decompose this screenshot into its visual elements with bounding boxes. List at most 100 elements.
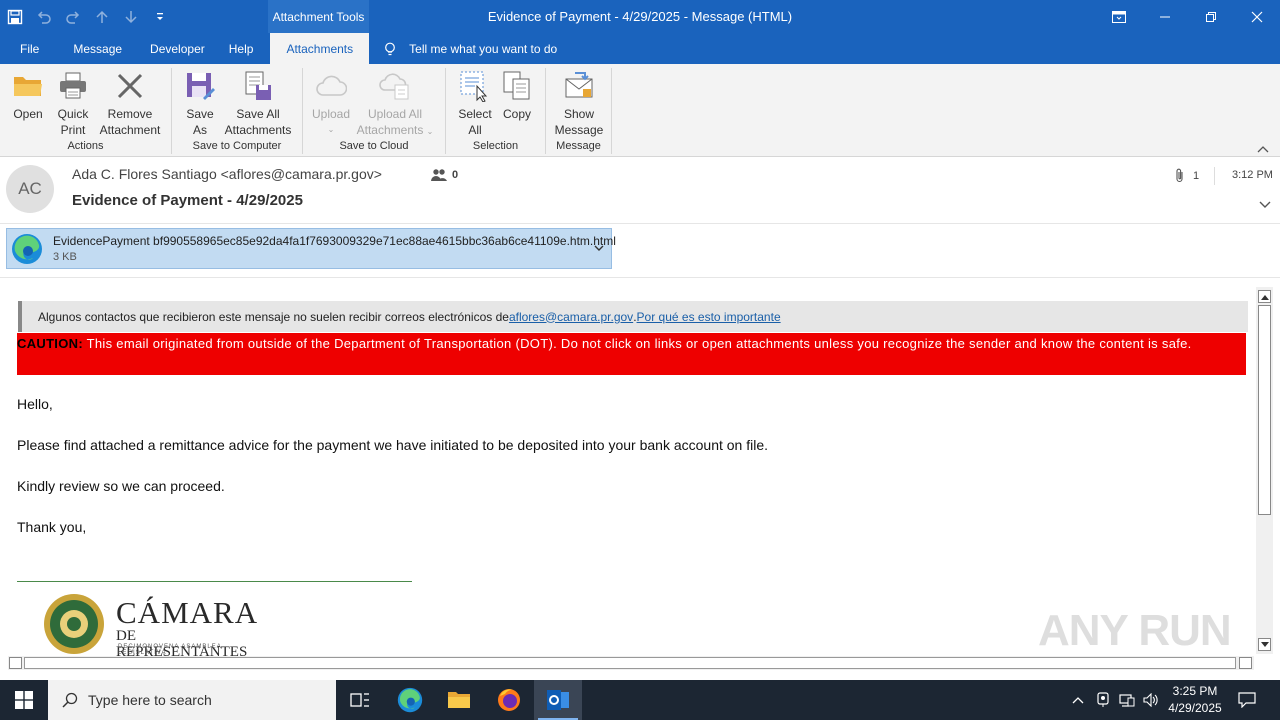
windows-start-icon[interactable] [0, 680, 48, 720]
copy-button[interactable]: Copy [500, 70, 534, 122]
copy-icon [501, 70, 533, 102]
save-all-attachments-button[interactable]: Save All Attachments [222, 70, 294, 138]
horizontal-scrollbar[interactable] [8, 656, 1254, 670]
minimize-icon[interactable] [1142, 0, 1188, 33]
meet-now-icon[interactable] [1092, 680, 1114, 720]
window-title: Evidence of Payment - 4/29/2025 - Messag… [487, 9, 793, 24]
taskbar: Type here to search 3:25 PM 4/29/2025 [0, 680, 1280, 720]
undo-icon[interactable] [29, 0, 58, 33]
attachment-dropdown-icon[interactable] [593, 243, 605, 253]
camara-logo: CÁMARA DE REPRESENTANTES DECIMONOVENA AS… [38, 592, 268, 656]
scroll-right-icon[interactable] [1239, 657, 1252, 669]
attachment-count: 1 [1175, 168, 1199, 183]
search-icon [62, 692, 78, 708]
greeting: Hello, [17, 396, 53, 412]
taskbar-search-box[interactable]: Type here to search [48, 680, 336, 720]
restore-icon[interactable] [1188, 0, 1234, 33]
save-as-icon [184, 70, 216, 102]
scroll-up-icon[interactable] [1258, 290, 1271, 303]
firefox-icon[interactable] [485, 680, 533, 720]
printer-icon [57, 70, 89, 102]
attachment-bar: EvidencePayment bf990558965ec85e92da4fa1… [0, 224, 1280, 278]
group-message: Show Message Message [546, 68, 612, 154]
remove-attachment-button[interactable]: Remove Attachment [96, 70, 164, 138]
select-all-icon [459, 70, 491, 102]
vertical-scroll-thumb[interactable] [1258, 305, 1271, 515]
arrow-up-icon[interactable] [87, 0, 116, 33]
recipients-count[interactable]: 0 [431, 168, 458, 182]
signature-divider [17, 581, 412, 582]
chevron-down-icon[interactable] [1258, 200, 1272, 210]
attachment-item[interactable]: EvidencePayment bf990558965ec85e92da4fa1… [6, 228, 616, 269]
quick-print-button[interactable]: Quick Print [52, 70, 94, 138]
why-important-link[interactable]: Por qué es esto importante [637, 310, 781, 324]
group-save-to-computer: Save As Save All Attachments Save to Com… [172, 68, 303, 154]
logo-tagline: DECIMONOVENA ASAMBLEA LEGISLATIVA [118, 644, 222, 656]
caution-text: This email originated from outside of th… [82, 336, 1192, 351]
received-time: 3:12 PM [1232, 169, 1273, 181]
tell-me-box[interactable]: Tell me what you want to do [373, 33, 567, 64]
save-as-button[interactable]: Save As [182, 70, 218, 138]
message-body: Algunos contactos que recibieron este me… [0, 279, 1256, 656]
group-label-save-to-cloud: Save to Cloud [339, 140, 409, 152]
tell-me-text: Tell me what you want to do [409, 41, 558, 56]
attachment-tools-context-tab: Attachment Tools [268, 0, 369, 33]
vertical-scrollbar[interactable] [1256, 287, 1273, 654]
taskbar-clock[interactable]: 3:25 PM 4/29/2025 [1162, 683, 1228, 717]
ribbon: Open Quick Print Remove Attachment Actio… [0, 64, 1280, 157]
ribbon-display-options-icon[interactable] [1096, 0, 1142, 33]
cloud-upload-all-icon [379, 70, 411, 102]
tab-help[interactable]: Help [217, 33, 271, 64]
avatar[interactable]: AC [6, 165, 54, 213]
logo-title: CÁMARA [116, 595, 259, 630]
tab-file[interactable]: File [0, 33, 59, 64]
network-icon[interactable] [1116, 680, 1138, 720]
group-selection: Select All Copy Selection [446, 68, 546, 154]
edge-taskbar-icon[interactable] [386, 680, 434, 720]
body-paragraph-2: Kindly review so we can proceed. [17, 478, 225, 494]
save-icon[interactable] [0, 0, 29, 33]
clock-date: 4/29/2025 [1168, 701, 1222, 715]
sender-email-link[interactable]: aflores@camara.pr.gov [509, 310, 633, 324]
group-label-message: Message [556, 140, 601, 152]
collapse-ribbon-icon[interactable] [1256, 144, 1270, 154]
people-icon [431, 169, 447, 181]
redo-icon[interactable] [58, 0, 87, 33]
group-actions: Open Quick Print Remove Attachment Actio… [0, 68, 172, 154]
arrow-down-icon[interactable] [116, 0, 145, 33]
tab-developer[interactable]: Developer [138, 33, 217, 64]
folder-open-icon [12, 70, 44, 102]
upload-button[interactable]: Upload ⌄ [309, 70, 353, 138]
close-icon[interactable] [1234, 0, 1280, 33]
tab-message[interactable]: Message [59, 33, 138, 64]
menu-tab-bar: File Message Developer Help Attachments … [0, 33, 1280, 64]
outlook-icon[interactable] [534, 680, 582, 720]
task-view-icon[interactable] [336, 680, 384, 720]
select-all-button[interactable]: Select All [454, 70, 496, 138]
file-explorer-icon[interactable] [435, 680, 483, 720]
tab-attachments[interactable]: Attachments [270, 33, 370, 64]
show-message-icon [563, 70, 595, 102]
sender[interactable]: Ada C. Flores Santiago <aflores@camara.p… [72, 166, 382, 182]
open-button[interactable]: Open [8, 70, 48, 122]
scroll-down-icon[interactable] [1258, 638, 1271, 651]
cloud-upload-icon [315, 70, 347, 102]
show-hidden-icons-icon[interactable] [1068, 680, 1088, 720]
upload-dropdown-icon: ⌄ [327, 125, 335, 134]
closing: Thank you, [17, 519, 87, 535]
remove-x-icon [114, 70, 146, 102]
save-all-icon [242, 70, 274, 102]
caution-banner: CAUTION: This email originated from outs… [17, 333, 1246, 375]
volume-icon[interactable] [1140, 680, 1162, 720]
customize-toolbar-icon[interactable] [145, 0, 174, 33]
horizontal-scroll-thumb[interactable] [24, 657, 1236, 669]
external-sender-notice: Algunos contactos que recibieron este me… [18, 301, 1248, 332]
clock-time: 3:25 PM [1172, 684, 1218, 698]
show-message-button[interactable]: Show Message [552, 70, 606, 138]
quick-access-toolbar [0, 0, 174, 33]
group-label-save-to-computer: Save to Computer [192, 140, 282, 152]
notifications-icon[interactable] [1232, 680, 1262, 720]
upload-all-attachments-button[interactable]: Upload All Attachments ⌄ [355, 70, 435, 140]
scroll-left-icon[interactable] [9, 657, 22, 669]
header-divider [1214, 167, 1215, 185]
